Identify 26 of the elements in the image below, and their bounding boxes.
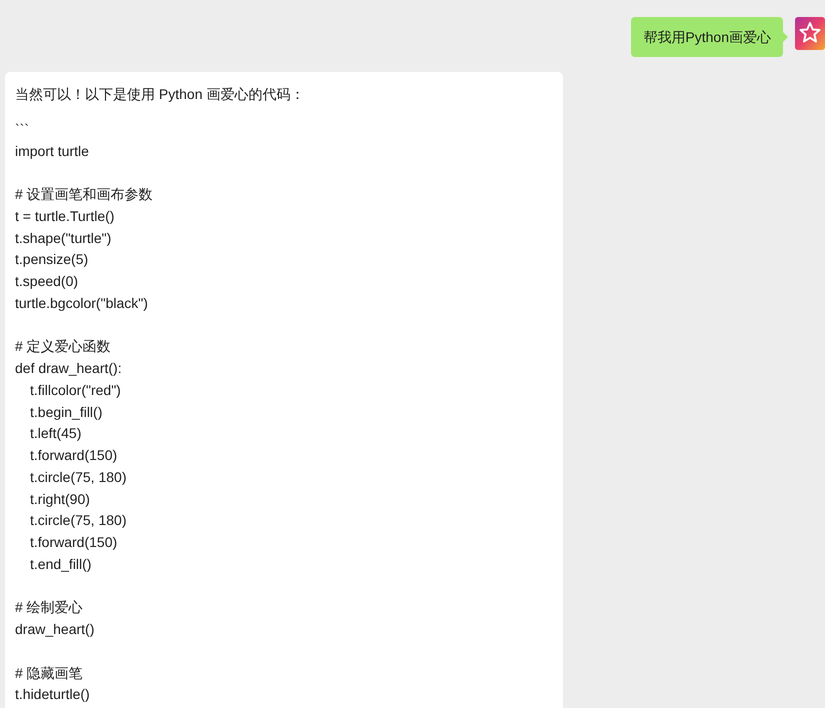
code-line: t.left(45) bbox=[29, 424, 82, 444]
code-line: # 定义爱心函数 bbox=[15, 337, 111, 356]
code-line: t.begin_fill() bbox=[29, 402, 102, 422]
code-line: t.hideturtle() bbox=[15, 685, 90, 704]
code-line: def draw_heart(): bbox=[15, 359, 122, 378]
code-line: # 隐藏画笔 bbox=[15, 664, 83, 682]
code-line: t.right(90) bbox=[29, 490, 90, 509]
code-line: # 设置画笔和画布参数 bbox=[15, 185, 153, 204]
code-line: ``` bbox=[15, 120, 29, 139]
code-line: t.end_fill() bbox=[29, 554, 92, 574]
code-line: t.circle(75, 180) bbox=[29, 468, 126, 487]
reply-intro: 当然可以！以下是使用 Python 画爱心的代码： bbox=[15, 85, 306, 104]
code-line: import turtle bbox=[15, 142, 89, 161]
code-line: t.pensize(5) bbox=[15, 250, 88, 270]
code-line: # 绘制爱心 bbox=[15, 598, 83, 618]
code-line: t = turtle.Turtle() bbox=[15, 206, 114, 226]
user-message: 帮我用Python画爱心 bbox=[631, 17, 783, 57]
code-line: turtle.bgcolor("black") bbox=[15, 294, 148, 313]
code-line: t.shape("turtle") bbox=[15, 228, 112, 248]
bubble-tail bbox=[783, 32, 788, 42]
code-line: t.forward(150) bbox=[29, 446, 118, 465]
code-line: draw_heart() bbox=[15, 620, 94, 639]
code-line: t.fillcolor("red") bbox=[29, 380, 121, 400]
code-line: t.circle(75, 180) bbox=[29, 511, 126, 530]
code-line: t.speed(0) bbox=[15, 272, 78, 291]
code-line: t.forward(150) bbox=[29, 533, 118, 552]
